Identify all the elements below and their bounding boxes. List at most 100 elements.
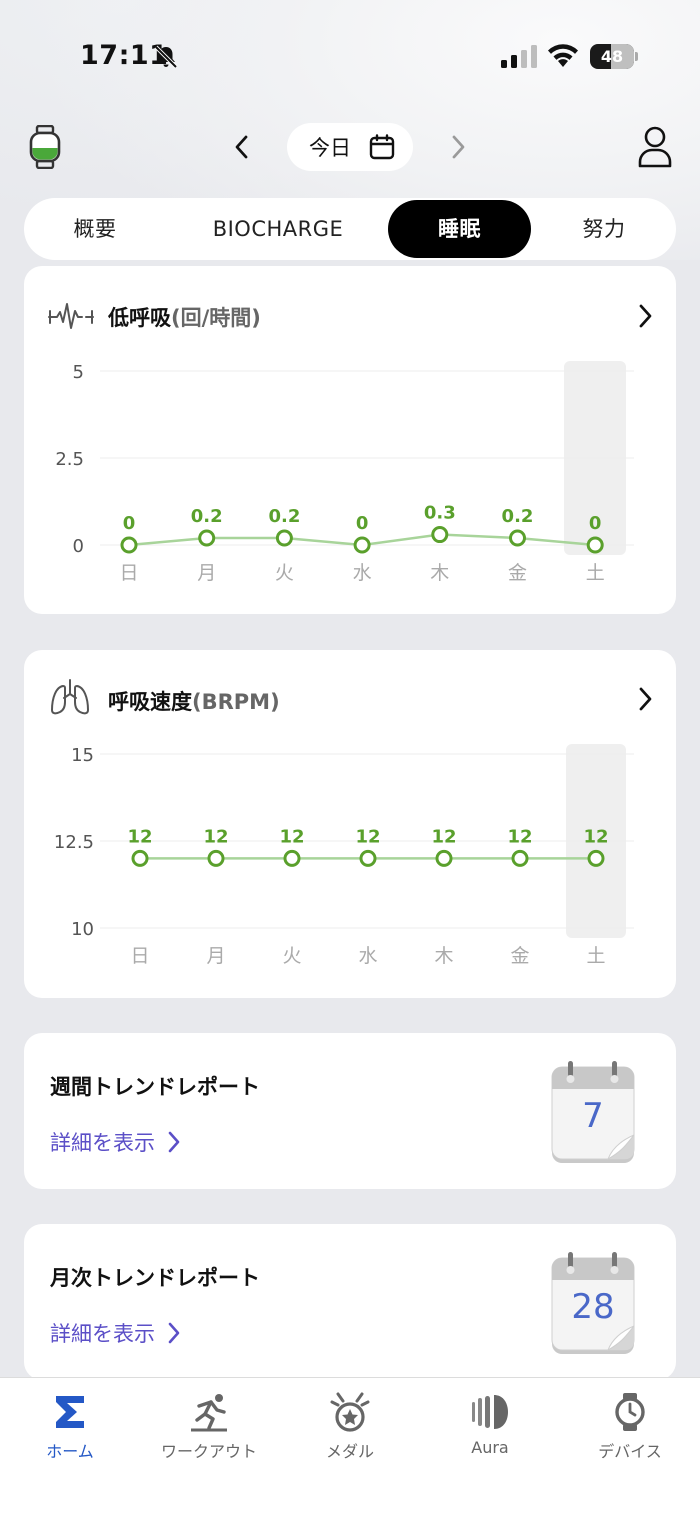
data-point — [283, 849, 301, 867]
data-label: 0 — [589, 513, 602, 534]
x-tick-label: 土 — [586, 562, 605, 584]
tab-sleep[interactable]: 睡眠 — [388, 200, 531, 258]
x-tick-label: 水 — [353, 562, 372, 584]
data-label: 0.2 — [268, 506, 300, 527]
tab-bar: 概要 BIOCHARGE 睡眠 努力 — [24, 198, 676, 260]
chevron-right-icon — [168, 1322, 180, 1344]
data-point — [207, 849, 225, 867]
data-label: 12 — [431, 826, 456, 847]
nav-home[interactable]: ホーム — [0, 1392, 140, 1472]
weekly-report-link[interactable]: 詳細を表示 — [50, 1127, 181, 1157]
calendar-7-icon: 7 — [551, 1061, 635, 1163]
data-label: 0.3 — [424, 503, 456, 524]
hypopnea-chart: 5 2.5 0 0 日 0.2 月 0.2 火 0 水 0.3 木 0.2 金 0 土 — [55, 361, 634, 584]
data-label: 0 — [123, 513, 136, 534]
tab-overview[interactable]: 概要 — [40, 200, 150, 258]
nav-devices[interactable]: デバイス — [560, 1392, 700, 1472]
date-label: 今日 — [309, 136, 351, 160]
calendar-icon — [369, 134, 395, 160]
data-label: 0.2 — [502, 506, 534, 527]
y-tick-label: 0 — [73, 536, 84, 557]
date-selector[interactable]: 今日 — [287, 123, 413, 171]
data-point — [435, 849, 453, 867]
calendar-28-icon: 28 — [551, 1252, 635, 1354]
respiration-rate-card[interactable]: 呼吸速度(BRPM) 15 12.5 10 12 日 12 月 12 火 12 水 12 木 12 金 12 土 — [24, 650, 676, 998]
bell-slash-icon — [154, 45, 178, 69]
previous-day-icon[interactable] — [228, 131, 256, 163]
monthly-report-title: 月次トレンドレポート — [50, 1266, 260, 1290]
data-point — [131, 849, 149, 867]
nav-devices-label: デバイス — [598, 1442, 662, 1461]
x-tick-label: 木 — [434, 945, 453, 967]
weekly-trend-report-card[interactable]: 週間トレンドレポート 詳細を表示 7 — [24, 1033, 676, 1189]
tab-effort[interactable]: 努力 — [556, 200, 652, 258]
tab-biocharge[interactable]: BIOCHARGE — [194, 200, 362, 258]
x-tick-label: 火 — [282, 945, 301, 967]
nav-aura-label: Aura — [471, 1438, 509, 1457]
calendar-number-28: 28 — [571, 1287, 614, 1327]
data-label: 12 — [583, 826, 608, 847]
data-point — [509, 529, 526, 547]
y-tick-label: 12.5 — [54, 832, 94, 853]
x-tick-label: 月 — [206, 945, 225, 967]
monthly-report-link[interactable]: 詳細を表示 — [50, 1318, 181, 1348]
nav-home-label: ホーム — [46, 1442, 94, 1461]
watch-icon — [615, 1393, 645, 1431]
data-point — [198, 529, 216, 547]
header: 今日 — [0, 115, 700, 179]
respiration-chart: 15 12.5 10 12 日 12 月 12 火 12 水 12 木 12 金 12 土 — [54, 744, 634, 967]
y-tick-label: 5 — [73, 362, 84, 383]
data-label: 12 — [507, 826, 532, 847]
hypopnea-card[interactable]: 低呼吸(回/時間) 5 2.5 0 0 日 0.2 月 0.2 火 0 水 0.3 木 0.2 金 0 土 — [24, 266, 676, 614]
nav-medals[interactable]: メダル — [280, 1392, 420, 1472]
x-tick-label: 土 — [586, 945, 605, 967]
x-tick-label: 日 — [119, 562, 138, 584]
y-tick-label: 2.5 — [55, 449, 84, 470]
runner-icon — [191, 1394, 227, 1432]
watch-battery-icon[interactable] — [28, 125, 62, 169]
data-label: 0 — [356, 513, 369, 534]
battery-indicator: 48 — [590, 44, 638, 69]
nav-workout[interactable]: ワークアウト — [139, 1392, 279, 1472]
battery-percent: 48 — [600, 47, 624, 66]
bottom-navigation: ホーム ワークアウト メダル Aura デバイス — [0, 1377, 700, 1522]
data-point — [587, 849, 605, 867]
nav-aura[interactable]: Aura — [420, 1392, 560, 1472]
x-tick-label: 火 — [275, 562, 294, 584]
data-point — [431, 526, 449, 544]
data-point — [120, 536, 138, 554]
data-label: 12 — [203, 826, 228, 847]
profile-icon[interactable] — [636, 125, 674, 169]
data-label: 12 — [127, 826, 152, 847]
monthly-trend-report-card[interactable]: 月次トレンドレポート 詳細を表示 28 — [24, 1224, 676, 1380]
x-tick-label: 金 — [510, 945, 529, 967]
x-tick-label: 木 — [430, 562, 449, 584]
data-label: 0.2 — [191, 506, 223, 527]
aura-icon — [472, 1395, 508, 1429]
status-bar: 17:11 48 — [0, 0, 700, 110]
data-point — [359, 849, 377, 867]
medal-icon — [330, 1392, 370, 1432]
y-tick-label: 10 — [71, 919, 94, 940]
weekly-report-link-text: 詳細を表示 — [50, 1131, 155, 1155]
nav-medals-label: メダル — [325, 1442, 374, 1461]
x-tick-label: 月 — [197, 562, 216, 584]
nav-workout-label: ワークアウト — [160, 1442, 257, 1461]
calendar-number-7: 7 — [582, 1096, 604, 1136]
sigma-icon — [56, 1396, 84, 1428]
weekly-report-title: 週間トレンドレポート — [50, 1075, 260, 1099]
wifi-icon — [548, 44, 578, 67]
data-label: 12 — [355, 826, 380, 847]
x-tick-label: 金 — [508, 562, 527, 584]
chevron-right-icon — [168, 1131, 180, 1153]
x-tick-label: 日 — [130, 945, 149, 967]
x-tick-label: 水 — [358, 945, 377, 967]
data-point — [353, 536, 371, 554]
data-point — [511, 849, 529, 867]
y-tick-label: 15 — [71, 745, 94, 766]
monthly-report-link-text: 詳細を表示 — [50, 1322, 155, 1346]
data-point — [586, 536, 604, 554]
next-day-icon[interactable] — [444, 131, 472, 163]
data-label: 12 — [279, 826, 304, 847]
data-point — [275, 529, 293, 547]
